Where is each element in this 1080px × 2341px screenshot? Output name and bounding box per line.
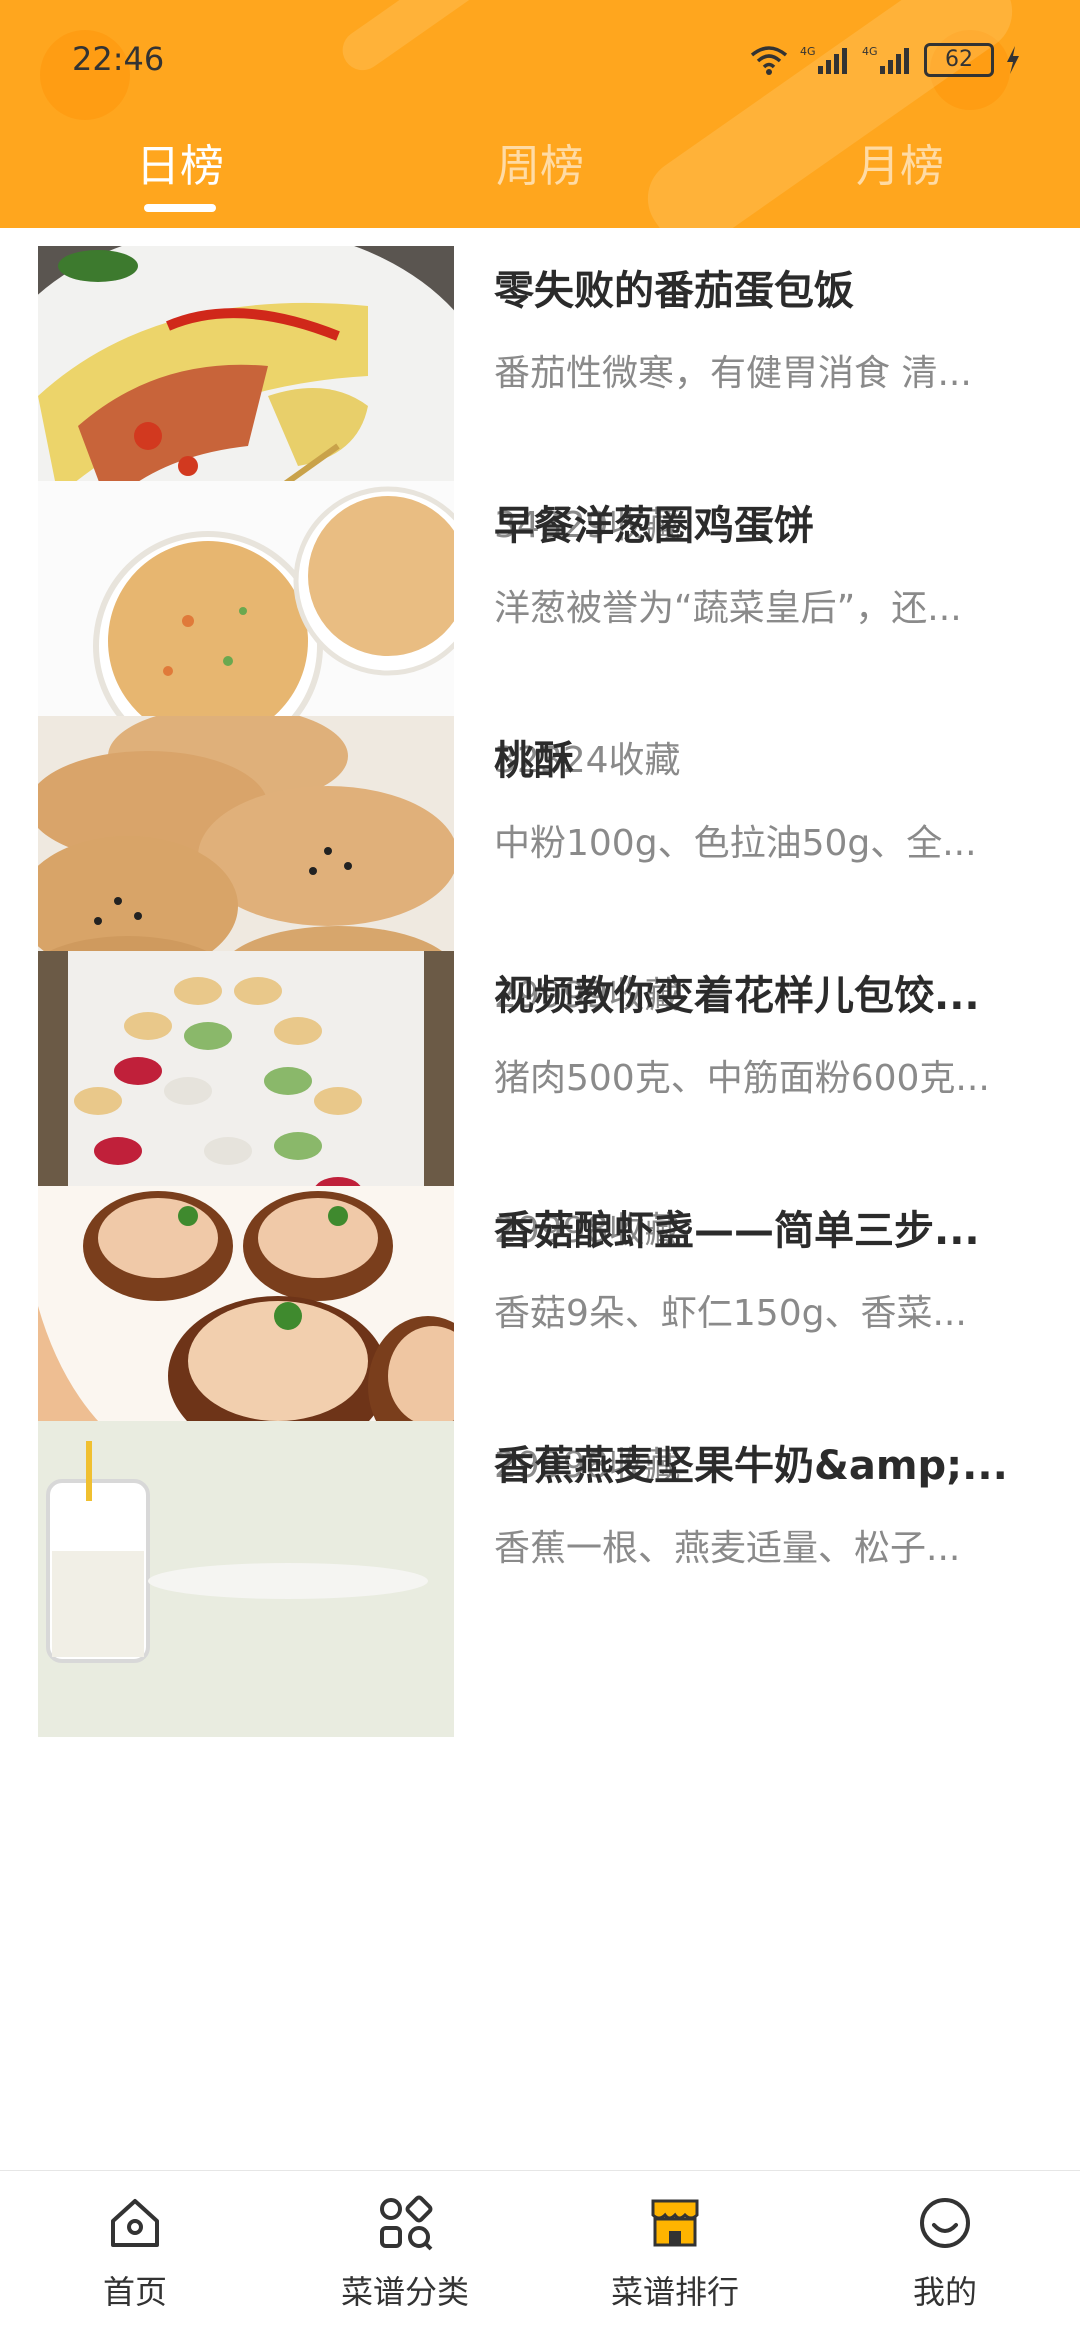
top-header: 22:46 4G 4G 62 日榜 周榜 月榜 — [0, 0, 1080, 228]
recipe-list[interactable]: 零失败的番茄蛋包饭 番茄性微寒，有健胃消食 清... 34329收藏 早餐洋葱圈… — [0, 228, 1080, 2170]
recipe-title: 零失败的番茄蛋包饭 — [494, 268, 854, 314]
recipe-description: 番茄性微寒，有健胃消食 清... — [494, 353, 972, 394]
home-icon — [111, 2199, 159, 2247]
svg-text:4G: 4G — [862, 45, 878, 58]
status-icons: 4G 4G 62 — [750, 40, 1020, 80]
battery-indicator: 62 — [924, 43, 994, 77]
status-time: 22:46 — [72, 40, 165, 78]
recipe-description: 洋葱被誉为“蔬菜皇后”，还... — [494, 588, 962, 629]
recipe-description: 中粉100g、色拉油50g、全... — [494, 823, 977, 864]
recipe-title: 视频教你变着花样儿包饺... — [494, 973, 980, 1019]
signal-icon: 4G — [800, 45, 847, 74]
nav-home-label: 首页 — [102, 2273, 167, 2311]
charging-icon — [1007, 46, 1019, 74]
recipe-title: 早餐洋葱圈鸡蛋饼 — [494, 503, 814, 549]
profile-icon — [920, 2198, 970, 2248]
nav-home[interactable]: 首页 — [0, 2171, 270, 2341]
bottom-navigation: 首页 菜谱分类 菜谱排行 我的 — [0, 2170, 1080, 2340]
signal-icon: 4G — [862, 45, 909, 74]
nav-profile-label: 我的 — [912, 2273, 977, 2311]
nav-profile[interactable]: 我的 — [810, 2171, 1080, 2341]
nav-ranking-label: 菜谱排行 — [610, 2273, 739, 2311]
recipe-description: 香菇9朵、虾仁150g、香菜... — [494, 1293, 967, 1334]
tab-daily[interactable]: 日榜 — [60, 130, 300, 194]
category-icon — [380, 2195, 433, 2251]
ranking-tabs: 日榜 周榜 月榜 — [0, 118, 1080, 228]
recipe-item[interactable]: 香蕉燕麦坚果牛奶&amp;... 香蕉一根、燕麦适量、松子... — [0, 1403, 1080, 1737]
nav-category-label: 菜谱分类 — [340, 2273, 469, 2311]
svg-text:4G: 4G — [800, 45, 816, 58]
recipe-description: 猪肉500克、中筋面粉600克... — [494, 1058, 990, 1099]
active-tab-indicator — [144, 204, 216, 212]
recipe-image — [38, 1421, 454, 1737]
recipe-description: 香蕉一根、燕麦适量、松子... — [494, 1528, 961, 1569]
wifi-icon — [750, 46, 788, 75]
recipe-title: 桃酥 — [494, 738, 574, 784]
nav-category[interactable]: 菜谱分类 — [270, 2171, 540, 2341]
status-bar: 22:46 4G 4G 62 — [0, 0, 1080, 120]
recipe-title: 香菇酿虾盏——简单三步... — [494, 1208, 980, 1254]
recipe-title: 香蕉燕麦坚果牛奶&amp;... — [494, 1443, 1008, 1489]
nav-ranking[interactable]: 菜谱排行 — [540, 2171, 810, 2341]
tab-monthly[interactable]: 月榜 — [780, 130, 1020, 194]
ranking-icon — [651, 2199, 699, 2247]
tab-weekly[interactable]: 周榜 — [420, 130, 660, 194]
